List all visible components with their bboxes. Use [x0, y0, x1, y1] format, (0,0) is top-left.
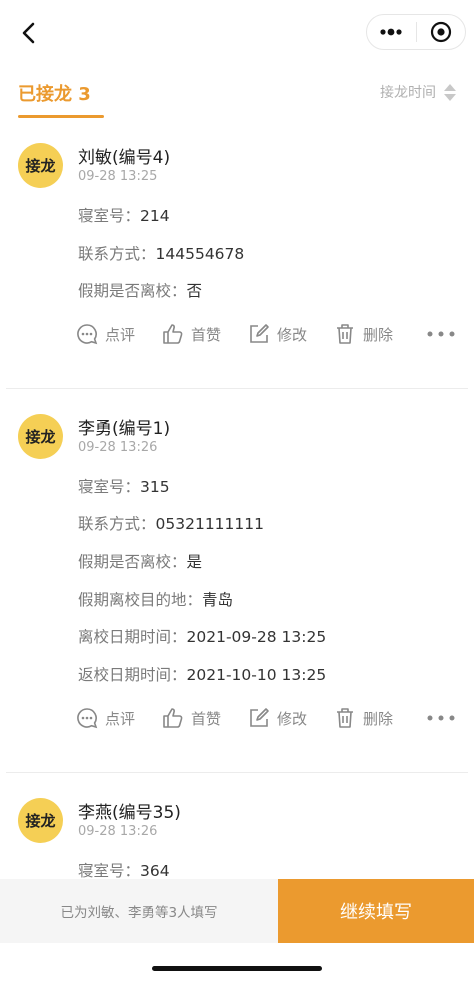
continue-fill-button[interactable]: 继续填写 — [278, 879, 474, 943]
field-row: 寝室号：315 — [78, 475, 170, 497]
edit-icon — [250, 708, 269, 727]
field-label: 离校日期时间： — [78, 628, 187, 646]
mini-program-capsule — [366, 14, 466, 50]
field-value: 364 — [140, 862, 170, 880]
comment-button[interactable]: 点评 — [76, 323, 135, 345]
field-value: 是 — [186, 553, 203, 571]
field-row: 联系方式：05321111111 — [78, 512, 264, 534]
edit-button[interactable]: 修改 — [248, 323, 307, 345]
action-bar: 点评 首赞 修改 删除 — [76, 704, 456, 732]
field-value: 05321111111 — [155, 515, 264, 533]
chevron-left-icon — [22, 22, 35, 44]
like-label: 首赞 — [191, 709, 222, 728]
bottom-bar: 已为刘敏、李勇等3人填写 继续填写 — [0, 879, 474, 943]
comment-icon — [77, 708, 98, 729]
more-button[interactable] — [426, 714, 456, 722]
field-label: 假期是否离校： — [78, 553, 187, 571]
entry-time: 09-28 13:26 — [78, 824, 158, 839]
comment-button[interactable]: 点评 — [76, 707, 135, 729]
thumbs-up-icon — [163, 708, 183, 728]
field-value: 214 — [140, 207, 170, 225]
delete-button[interactable]: 删除 — [334, 323, 393, 345]
more-dots-icon — [427, 715, 455, 721]
delete-button[interactable]: 删除 — [334, 707, 393, 729]
avatar: 接龙 — [18, 798, 63, 843]
edit-button[interactable]: 修改 — [248, 707, 307, 729]
comment-label: 点评 — [105, 325, 136, 344]
field-label: 寝室号： — [78, 207, 141, 225]
edit-label: 修改 — [277, 325, 308, 344]
field-label: 联系方式： — [78, 245, 156, 263]
entry-time: 09-28 13:25 — [78, 169, 158, 184]
thumbs-up-icon — [163, 324, 183, 344]
more-dots-icon — [380, 28, 402, 36]
sort-control[interactable]: 接龙时间 — [380, 82, 456, 102]
field-row: 寝室号：364 — [78, 859, 170, 881]
field-label: 返校日期时间： — [78, 666, 187, 684]
comment-label: 点评 — [105, 709, 136, 728]
fill-summary: 已为刘敏、李勇等3人填写 — [0, 879, 278, 943]
entry-name: 李勇(编号1) — [78, 419, 171, 439]
comment-icon — [77, 324, 98, 345]
sort-label: 接龙时间 — [380, 85, 436, 101]
delete-label: 删除 — [363, 709, 394, 728]
like-button[interactable]: 首赞 — [162, 707, 221, 729]
entry-name: 刘敏(编号4) — [78, 148, 171, 168]
sort-arrows-icon — [444, 83, 456, 101]
tab-joined[interactable]: 已接龙 3 — [18, 80, 91, 106]
like-label: 首赞 — [191, 325, 222, 344]
more-dots-icon — [427, 331, 455, 337]
edit-icon — [250, 324, 269, 343]
field-row: 返校日期时间：2021-10-10 13:25 — [78, 663, 326, 685]
field-value: 2021-10-10 13:25 — [186, 666, 327, 684]
trash-icon — [337, 324, 354, 344]
field-row: 假期是否离校：是 — [78, 550, 202, 572]
action-bar: 点评 首赞 修改 删除 — [76, 320, 456, 348]
delete-label: 删除 — [363, 325, 394, 344]
field-label: 寝室号： — [78, 862, 141, 880]
divider — [6, 772, 468, 773]
field-row: 联系方式：144554678 — [78, 242, 244, 264]
divider — [6, 388, 468, 389]
edit-label: 修改 — [277, 709, 308, 728]
avatar: 接龙 — [18, 414, 63, 459]
tab-underline — [18, 115, 104, 118]
field-label: 联系方式： — [78, 515, 156, 533]
field-value: 青岛 — [202, 591, 234, 609]
field-label: 寝室号： — [78, 478, 141, 496]
menu-button[interactable] — [367, 15, 416, 49]
entry-time: 09-28 13:26 — [78, 440, 158, 455]
field-value: 315 — [140, 478, 170, 496]
field-row: 离校日期时间：2021-09-28 13:25 — [78, 625, 326, 647]
field-row: 寝室号：214 — [78, 204, 170, 226]
target-icon — [430, 21, 451, 43]
field-value: 否 — [186, 282, 203, 300]
trash-icon — [337, 708, 354, 728]
like-button[interactable]: 首赞 — [162, 323, 221, 345]
tab-bar: 已接龙 3 接龙时间 — [0, 72, 474, 122]
entry-name: 李燕(编号35) — [78, 803, 181, 823]
field-label: 假期是否离校： — [78, 282, 187, 300]
top-bar — [0, 0, 474, 66]
field-label: 假期离校目的地： — [78, 591, 203, 609]
field-value: 144554678 — [155, 245, 245, 263]
home-indicator — [152, 966, 322, 971]
more-button[interactable] — [426, 330, 456, 338]
avatar: 接龙 — [18, 143, 63, 188]
field-value: 2021-09-28 13:25 — [186, 628, 327, 646]
field-row: 假期是否离校：否 — [78, 279, 202, 301]
close-mini-program-button[interactable] — [417, 15, 466, 49]
back-button[interactable] — [14, 18, 44, 48]
field-row: 假期离校目的地：青岛 — [78, 588, 233, 610]
